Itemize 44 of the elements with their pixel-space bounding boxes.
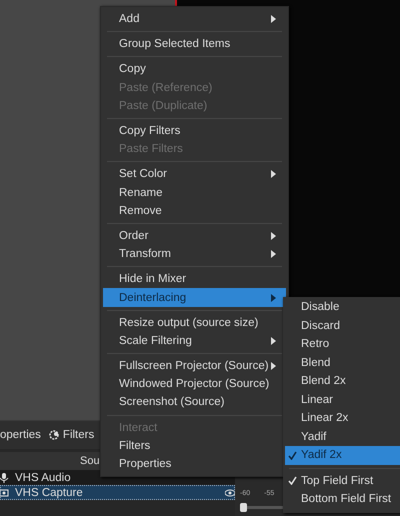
submenu-item[interactable]: Disable [285,298,400,316]
filters-button[interactable]: Filters [48,429,94,441]
submenu-item[interactable]: Yadif [285,428,400,446]
menu-item[interactable]: Hide in Mixer [103,270,286,288]
eye-icon [225,488,235,498]
submenu-item[interactable]: Blend [285,354,400,372]
menu-item[interactable]: Order [103,226,286,246]
menu-item[interactable]: Remove [103,202,286,220]
menu-item[interactable]: Filters [103,436,286,455]
menu-item[interactable]: Resize output (source size) [103,314,286,332]
submenu-item[interactable]: Linear 2x [285,409,400,428]
menu-item[interactable]: Fullscreen Projector (Source) [103,357,286,376]
submenu-arrow-icon [271,15,276,24]
submenu-arrow-icon [271,232,276,240]
menu-item[interactable]: Transform [103,245,286,264]
submenu-arrow-icon [271,362,276,370]
menu-item[interactable]: Set Color [103,165,286,184]
submenu-item[interactable]: Blend 2x [285,372,400,390]
properties-button[interactable]: operties [0,429,41,441]
slider-handle[interactable] [240,503,248,512]
submenu-item[interactable]: Linear [285,390,400,409]
column-header: Sou [80,455,100,467]
camera-icon [0,488,10,498]
submenu-item[interactable]: Yadif 2x [285,446,400,464]
submenu-arrow-icon [271,336,276,345]
menu-item[interactable]: Copy Filters [103,122,286,140]
menu-item[interactable]: Rename [103,184,286,202]
microphone-icon [0,472,10,482]
submenu-item[interactable]: Top Field First [285,472,400,490]
submenu-item[interactable]: Bottom Field First [285,490,400,508]
filters-icon [48,430,59,440]
menu-item[interactable]: Windowed Projector (Source) [103,375,286,394]
menu-item[interactable]: Copy [103,60,286,79]
menu-item[interactable]: Screenshot (Source) [103,393,286,412]
source-row[interactable]: VHS Capture [0,485,235,500]
menu-item[interactable]: Deinterlacing [103,288,286,307]
submenu-item[interactable]: Discard [285,316,400,335]
menu-item[interactable]: Scale Filtering [103,332,286,350]
submenu-arrow-icon [271,294,276,302]
submenu-arrow-icon [271,170,276,178]
submenu-arrow-icon [271,250,276,258]
submenu-item[interactable]: Retro [285,335,400,354]
menu-item[interactable]: Group Selected Items [103,35,286,54]
menu-item[interactable]: Add [103,10,286,28]
